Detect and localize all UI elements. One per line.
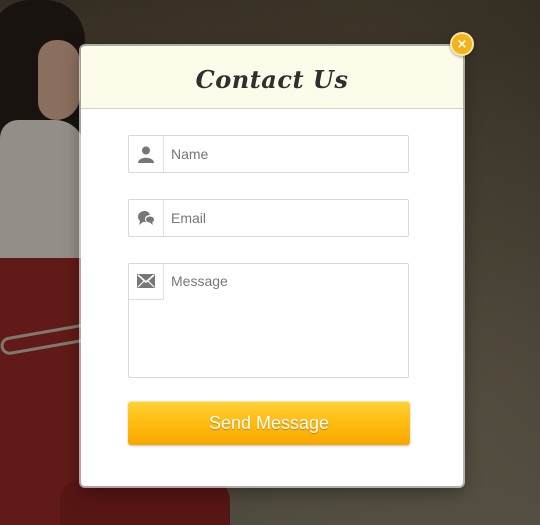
name-placeholder: Name: [171, 146, 209, 162]
send-message-button[interactable]: Send Message: [128, 401, 410, 445]
user-icon: [129, 136, 164, 172]
contact-modal: Contact Us Name Email Message Send Messa…: [81, 46, 463, 486]
close-button[interactable]: ×: [450, 32, 474, 56]
email-field[interactable]: Email: [128, 199, 409, 237]
envelope-icon: [129, 264, 164, 300]
modal-header: Contact Us: [81, 46, 463, 109]
name-field[interactable]: Name: [128, 135, 409, 173]
modal-title: Contact Us: [195, 64, 349, 94]
close-icon: ×: [456, 36, 468, 52]
email-placeholder: Email: [171, 210, 207, 226]
chat-bubble-icon: [129, 200, 164, 236]
message-placeholder: Message: [171, 273, 228, 289]
message-field[interactable]: Message: [128, 263, 409, 378]
